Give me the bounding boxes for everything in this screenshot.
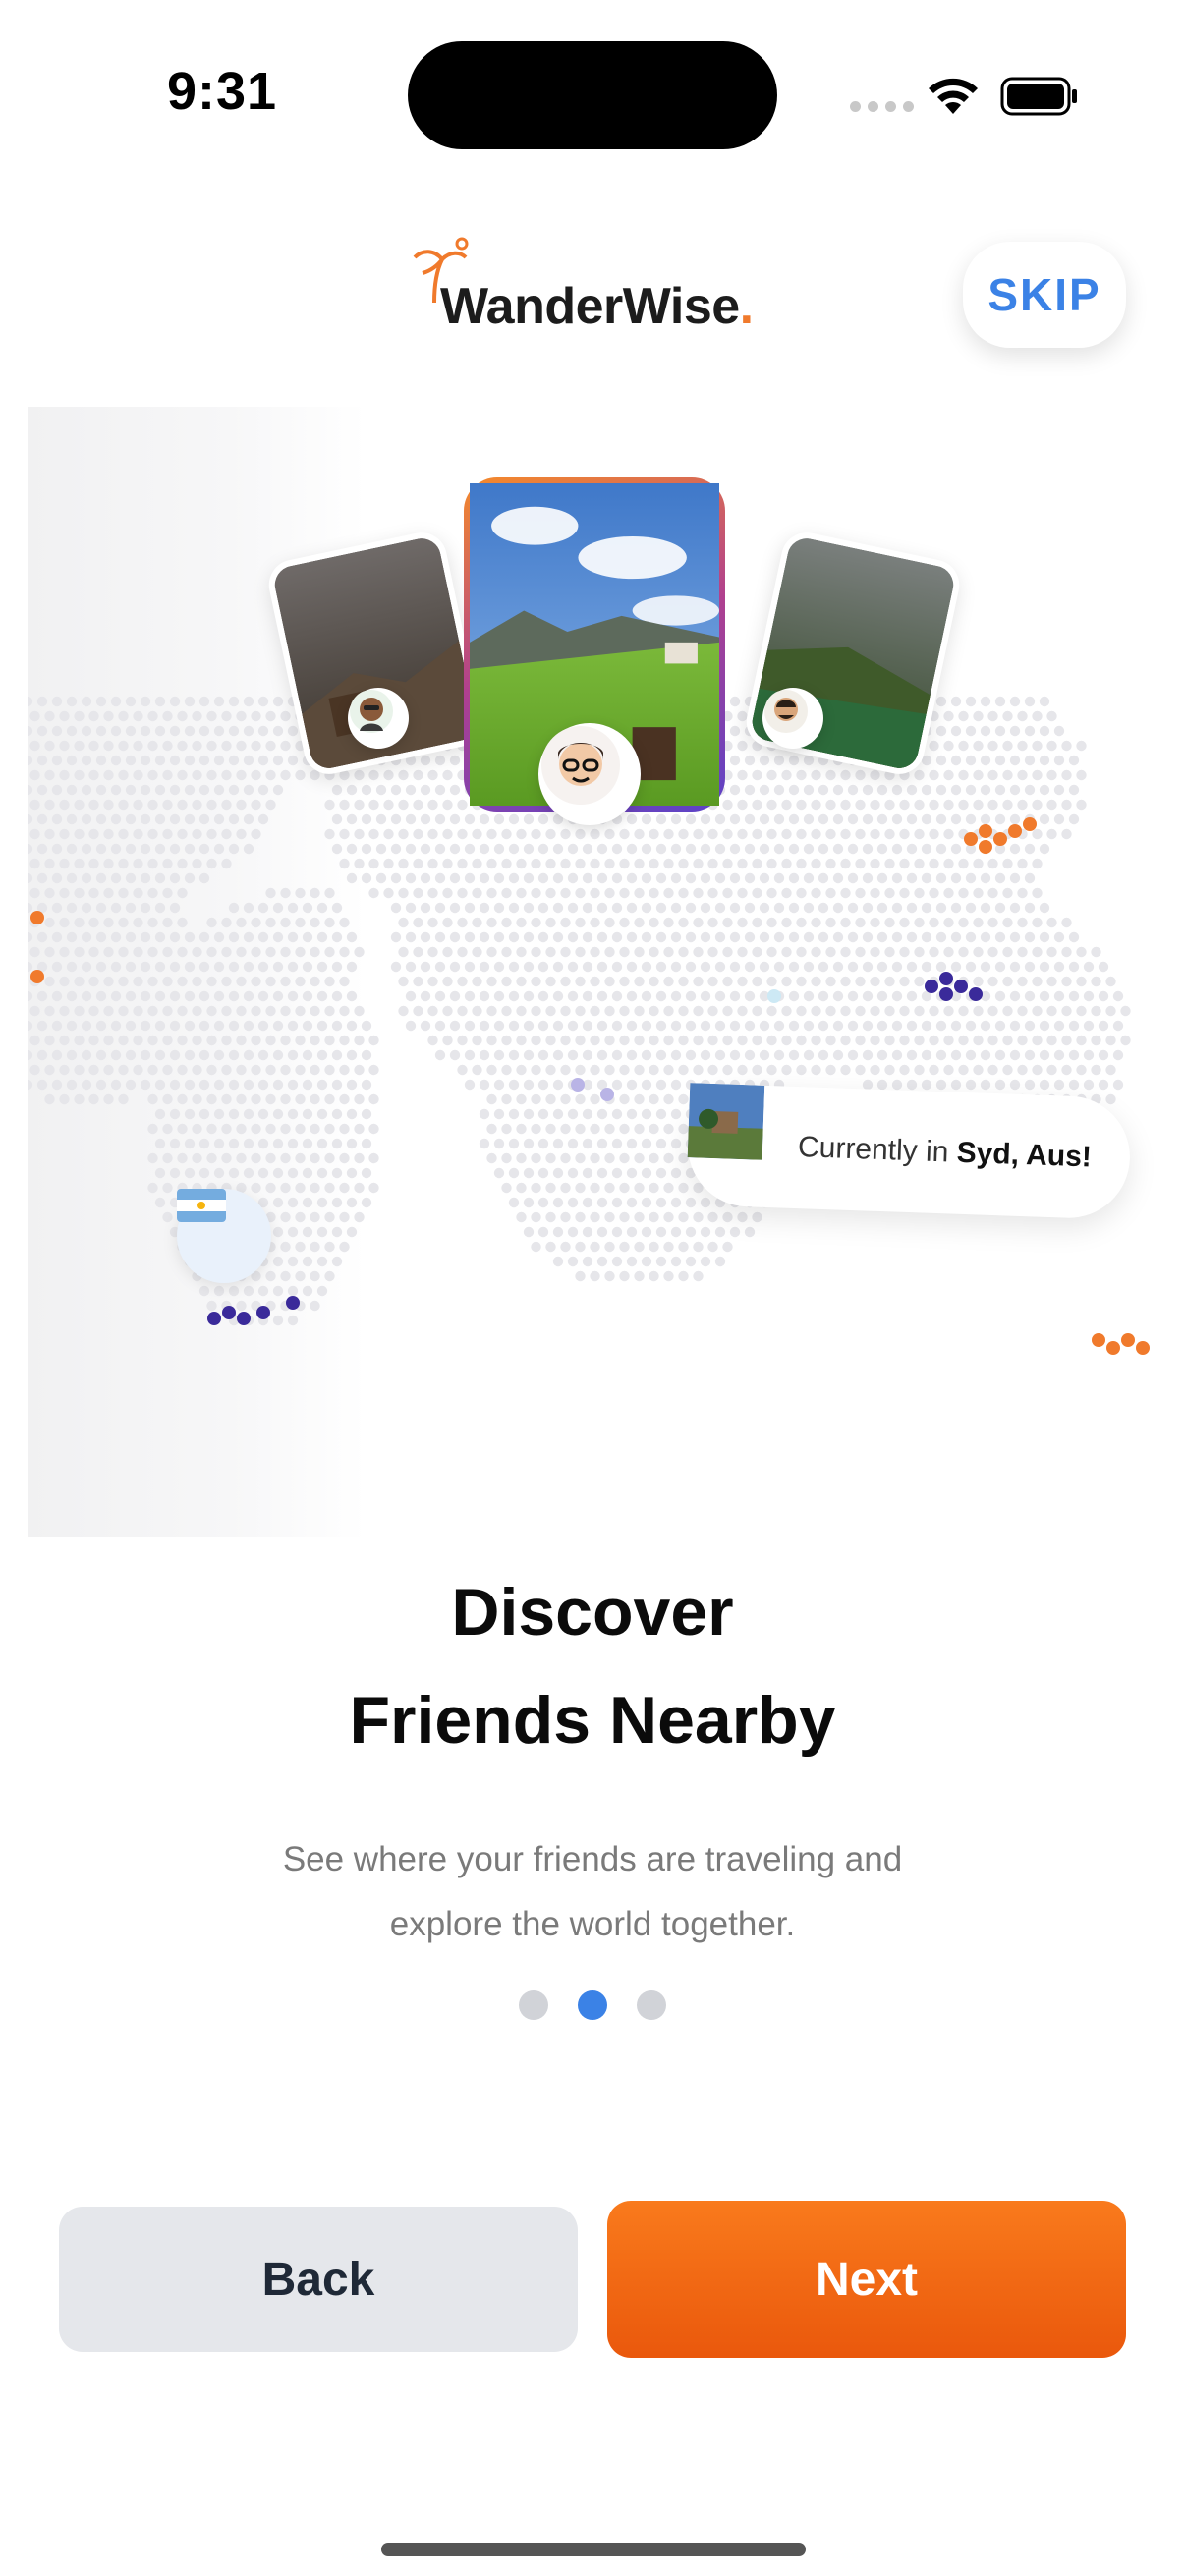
cellular-signal-icon — [850, 101, 914, 112]
pagination-dot-3[interactable] — [637, 1990, 666, 2020]
country-flag-bubble — [177, 1189, 271, 1283]
map-accent-dot — [600, 1088, 614, 1101]
map-accent-dot — [30, 970, 44, 983]
page-subtitle-line2: explore the world together. — [389, 1905, 796, 1943]
location-thumbnail — [687, 1083, 786, 1185]
friend-avatar-left — [348, 688, 409, 749]
page-title-line2: Friends Nearby — [349, 1683, 836, 1758]
status-time: 9:31 — [167, 62, 278, 121]
map-accent-dot — [1092, 1333, 1105, 1347]
map-accent-dot — [1023, 817, 1037, 831]
pagination-dots — [519, 1990, 666, 2020]
friend-avatar-featured — [538, 723, 641, 825]
map-accent-dot — [979, 824, 992, 838]
map-accent-dot — [207, 1312, 221, 1325]
map-accent-dot — [1121, 1333, 1135, 1347]
friend-avatar-right — [762, 688, 823, 749]
map-accent-dot — [969, 987, 983, 1001]
map-accent-dot — [256, 1306, 270, 1319]
skip-button[interactable]: SKIP — [963, 242, 1126, 348]
map-accent-dot — [1008, 824, 1022, 838]
page-title-line1: Discover — [451, 1575, 734, 1650]
map-accent-dot — [767, 989, 781, 1003]
map-accent-dot — [222, 1306, 236, 1319]
back-button[interactable]: Back — [59, 2207, 578, 2352]
pagination-dot-1[interactable] — [519, 1990, 548, 2020]
battery-icon — [1000, 77, 1077, 116]
wifi-icon — [929, 78, 978, 114]
map-accent-dot — [286, 1296, 300, 1310]
page-subtitle-line1: See where your friends are traveling and — [282, 1840, 903, 1878]
map-accent-dot — [237, 1312, 251, 1325]
pagination-dot-2-active[interactable] — [578, 1990, 607, 2020]
map-accent-dot — [939, 987, 953, 1001]
map-accent-dot — [964, 832, 978, 846]
hero-illustration: Currently in Syd, Aus! — [28, 407, 1157, 1537]
map-accent-dot — [1136, 1341, 1150, 1355]
map-accent-dot — [571, 1078, 585, 1092]
map-accent-dot — [925, 980, 938, 993]
home-indicator — [381, 2543, 806, 2556]
dynamic-island — [408, 41, 777, 149]
map-accent-dot — [979, 840, 992, 854]
location-place: Syd, Aus! — [956, 1136, 1093, 1174]
map-accent-dot — [30, 911, 44, 924]
location-text: Currently in Syd, Aus! — [797, 1131, 1093, 1174]
map-accent-dot — [1106, 1341, 1120, 1355]
logo-dot: . — [739, 278, 754, 335]
logo-text: WanderWise — [440, 278, 740, 335]
map-accent-dot — [993, 832, 1007, 846]
app-logo: WanderWise. — [440, 277, 754, 336]
location-prefix: Currently in — [797, 1131, 958, 1169]
map-accent-dot — [954, 980, 968, 993]
argentina-flag-icon — [177, 1189, 226, 1222]
next-button[interactable]: Next — [607, 2201, 1126, 2358]
location-pill: Currently in Syd, Aus! — [685, 1083, 1133, 1220]
map-accent-dot — [939, 972, 953, 985]
